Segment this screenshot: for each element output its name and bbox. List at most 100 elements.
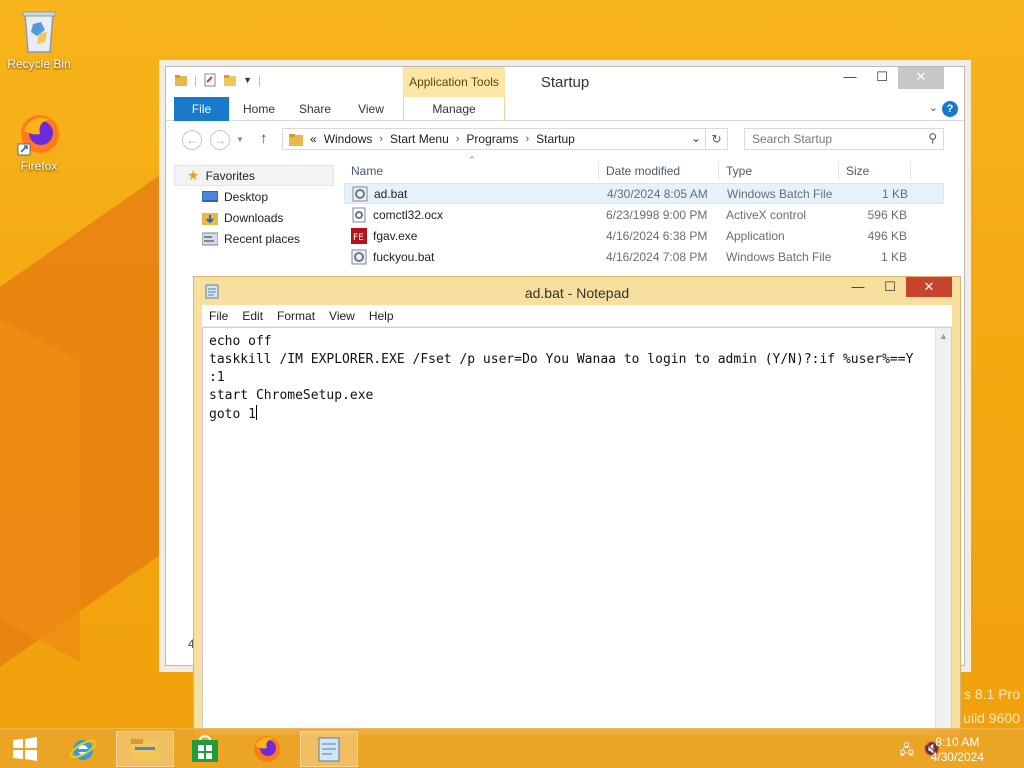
recent-locations-icon[interactable]: ▼ xyxy=(236,135,244,144)
recycle-bin-icon xyxy=(22,11,56,53)
forward-button[interactable]: → xyxy=(210,130,230,150)
nav-desktop-label: Desktop xyxy=(224,189,269,204)
vertical-scrollbar[interactable]: ▲ xyxy=(935,328,951,735)
application-icon: FE xyxy=(351,227,367,244)
scroll-up-icon[interactable]: ▲ xyxy=(936,328,951,341)
column-header-name[interactable]: Name xyxy=(344,161,599,181)
breadcrumb-separator-icon[interactable]: › xyxy=(525,133,529,145)
activex-file-icon xyxy=(352,207,366,222)
ribbon-expand-icon[interactable]: ⌄ xyxy=(929,101,938,114)
file-name: fgav.exe xyxy=(373,228,418,243)
file-date: 6/23/1998 9:00 PM xyxy=(606,207,708,222)
desktop-icon-label: Recycle Bin xyxy=(7,57,71,71)
menu-help[interactable]: Help xyxy=(369,309,394,323)
notepad-content[interactable]: echo off taskkill /IM EXPLORER.EXE /Fset … xyxy=(203,328,951,429)
breadcrumb-programs[interactable]: Programs xyxy=(466,132,518,146)
file-type: Application xyxy=(726,228,785,243)
menu-format[interactable]: Format xyxy=(277,309,315,323)
refresh-icon[interactable]: ↻ xyxy=(705,129,727,149)
windows-logo-icon xyxy=(13,737,37,761)
breadcrumb-start-menu[interactable]: Start Menu xyxy=(390,132,449,146)
breadcrumb-startup[interactable]: Startup xyxy=(536,132,575,146)
file-type: Windows Batch File xyxy=(727,186,833,201)
notepad-icon xyxy=(318,737,340,762)
ribbon-tabs: File Home Share View Manage ⌄ ? xyxy=(166,97,964,121)
close-button[interactable]: ✕ xyxy=(906,277,952,297)
maximize-button[interactable]: ☐ xyxy=(874,277,906,297)
file-row[interactable]: ad.bat 4/30/2024 8:05 AM Windows Batch F… xyxy=(344,183,944,204)
file-size: 596 KB xyxy=(867,207,907,222)
firefox-icon xyxy=(254,736,280,762)
file-name: fuckyou.bat xyxy=(373,249,435,264)
explorer-window-controls: — ☐ ✕ xyxy=(834,67,944,89)
menu-edit[interactable]: Edit xyxy=(242,309,263,323)
network-icon[interactable]: 🖧 xyxy=(899,741,914,763)
notepad-window-controls: — ☐ ✕ xyxy=(842,277,952,297)
taskbar-internet-explorer[interactable] xyxy=(54,731,112,767)
address-dropdown-icon[interactable]: ⌄ xyxy=(691,131,701,145)
file-date: 4/30/2024 8:05 AM xyxy=(607,186,708,201)
taskbar-firefox[interactable] xyxy=(238,731,296,767)
search-icon[interactable]: ⚲ xyxy=(928,131,937,145)
ribbon-tab-view[interactable]: View xyxy=(348,97,394,121)
maximize-button[interactable]: ☐ xyxy=(866,67,898,89)
file-date: 4/16/2024 6:38 PM xyxy=(606,228,708,243)
column-header-size[interactable]: Size xyxy=(839,161,911,181)
start-button[interactable] xyxy=(0,731,50,767)
nav-desktop[interactable]: Desktop xyxy=(174,186,334,207)
store-icon xyxy=(192,735,218,762)
address-box[interactable]: « Windows › Start Menu › Programs › Star… xyxy=(282,128,728,150)
breadcrumb-separator-icon[interactable]: › xyxy=(379,133,383,145)
file-row[interactable]: fuckyou.bat 4/16/2024 7:08 PM Windows Ba… xyxy=(344,246,944,267)
file-name: ad.bat xyxy=(374,186,408,201)
desktop-icon-firefox[interactable]: Firefox xyxy=(3,112,75,173)
clock[interactable]: 8:10 AM 4/30/2024 xyxy=(931,735,984,765)
breadcrumb-separator-icon[interactable]: › xyxy=(456,133,460,145)
explorer-title-bar: | ▼ | Application Tools Startup — ☐ ✕ xyxy=(166,67,964,97)
search-input[interactable]: Search Startup ⚲ xyxy=(744,128,944,150)
file-size: 496 KB xyxy=(867,228,907,243)
taskbar-file-explorer[interactable] xyxy=(116,731,174,767)
nav-downloads[interactable]: Downloads xyxy=(174,207,334,228)
column-header-type[interactable]: Type xyxy=(719,161,839,181)
menu-file[interactable]: File xyxy=(209,309,228,323)
ribbon-tab-manage[interactable]: Manage xyxy=(403,97,505,121)
address-bar-row: ← → ▼ ↑ « Windows › Start Menu › Program… xyxy=(166,121,964,155)
ribbon-tab-home[interactable]: Home xyxy=(236,97,282,121)
ribbon-tab-file[interactable]: File xyxy=(174,97,229,121)
close-button[interactable]: ✕ xyxy=(898,67,944,89)
navigation-pane: ★ Favorites Desktop Downloads Recent pla… xyxy=(174,165,334,651)
ribbon-tab-share[interactable]: Share xyxy=(292,97,338,121)
text-line: echo off xyxy=(209,334,272,349)
file-row[interactable]: comctl32.ocx 6/23/1998 9:00 PM ActiveX c… xyxy=(344,204,944,225)
desktop-icon-label: Firefox xyxy=(20,159,58,173)
batch-file-icon xyxy=(351,249,367,264)
file-list: ^ Name Date modified Type Size ad.bat 4/… xyxy=(344,155,944,267)
text-line: taskkill /IM EXPLORER.EXE /Fset /p user=… xyxy=(209,352,914,367)
svg-text:FE: FE xyxy=(353,233,364,243)
desktop-icon-recycle-bin[interactable]: Recycle Bin xyxy=(3,6,75,71)
file-explorer-icon xyxy=(131,739,159,761)
search-placeholder: Search Startup xyxy=(752,132,833,146)
text-caret xyxy=(255,405,257,420)
column-header-date-modified[interactable]: Date modified xyxy=(599,161,719,181)
menu-view[interactable]: View xyxy=(329,309,355,323)
breadcrumb-overflow[interactable]: « xyxy=(310,132,317,146)
help-icon[interactable]: ? xyxy=(942,101,958,117)
up-button[interactable]: ↑ xyxy=(260,130,268,147)
breadcrumb-windows[interactable]: Windows xyxy=(324,132,373,146)
back-button[interactable]: ← xyxy=(182,130,202,150)
nav-downloads-label: Downloads xyxy=(224,210,284,225)
nav-recent-places[interactable]: Recent places xyxy=(174,228,334,249)
text-line: :1 xyxy=(209,370,225,385)
minimize-button[interactable]: — xyxy=(842,277,874,297)
recent-places-icon xyxy=(202,232,218,245)
text-line: goto 1 xyxy=(209,407,256,422)
taskbar-store[interactable] xyxy=(176,731,234,767)
file-size: 1 KB xyxy=(881,186,908,201)
file-row[interactable]: FE fgav.exe 4/16/2024 6:38 PM Applicatio… xyxy=(344,225,944,246)
notepad-text-area[interactable]: echo off taskkill /IM EXPLORER.EXE /Fset … xyxy=(202,327,952,735)
taskbar-notepad[interactable] xyxy=(300,731,358,767)
minimize-button[interactable]: — xyxy=(834,67,866,89)
nav-favorites[interactable]: ★ Favorites xyxy=(174,165,334,186)
